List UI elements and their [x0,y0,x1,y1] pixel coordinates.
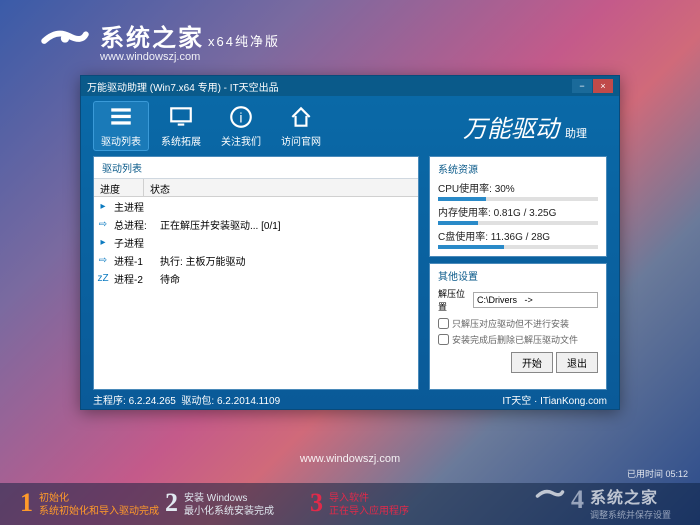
unzip-path-input[interactable] [473,292,598,308]
monitor-icon [168,104,194,130]
elapsed-timer: 已用时间 05:12 [627,467,688,480]
list-title: 驱动列表 [94,157,418,179]
tab-system-extension[interactable]: 系统拓展 [153,101,209,151]
list-body[interactable]: ▸主进程 ⇨总进程:正在解压并安装驱动... [0/1] ▸子进程 ⇨进程-1执… [94,197,418,389]
close-button[interactable]: × [593,79,613,93]
app-script-logo: 万能驱动 助理 [463,109,587,144]
exit-button[interactable]: 退出 [556,352,598,373]
step-3-software: 3 导入软件正在导入应用程序 [310,490,455,518]
disk-usage: C盘使用率: 11.36G / 28G [438,228,598,249]
window-title: 万能驱动助理 (Win7.x64 专用) - IT天空出品 [87,79,279,94]
list-header: 进度 状态 [94,179,418,197]
brand-logo-icon [40,26,90,56]
resources-title: 系统资源 [438,161,598,176]
settings-title: 其他设置 [438,268,598,283]
list-row[interactable]: ⇨总进程:正在解压并安装驱动... [0/1] [94,215,418,233]
tab-visit-site[interactable]: 访问官网 [273,101,329,151]
check-extract-only[interactable] [438,318,449,329]
tab-driver-list[interactable]: 驱动列表 [93,101,149,151]
memory-usage: 内存使用率: 0.81G / 3.25G [438,204,598,225]
col-status-header: 状态 [144,179,418,196]
arrow-double-icon: ⇨ [94,219,112,230]
sleep-icon: zZ [94,273,112,284]
brand-url: www.windowszj.com [100,51,280,63]
footer-url: www.windowszj.com [0,453,700,465]
tab-follow-us[interactable]: i 关注我们 [213,101,269,151]
col-progress-header: 进度 [94,179,144,196]
step-2-install: 2 安装 Windows最小化系统安装完成 [165,490,310,518]
mem-bar [438,221,478,225]
cpu-usage: CPU使用率: 30% [438,180,598,201]
list-row[interactable]: zZ进程-2待命 [94,269,418,287]
brand-logo-small-icon [535,487,565,505]
other-settings-panel: 其他设置 解压位置 只解压对应驱动但不进行安装 安装完成后删除已解压驱动文件 开… [429,263,607,390]
toolbar: 驱动列表 系统拓展 i 关注我们 访问官网 万能驱动 助理 [81,96,619,156]
home-icon [288,104,314,130]
titlebar[interactable]: 万能驱动助理 (Win7.x64 专用) - IT天空出品 − × [81,76,619,96]
disk-bar [438,245,504,249]
cpu-bar [438,197,486,201]
arrow-double-icon: ⇨ [94,255,112,266]
driver-assistant-window: 万能驱动助理 (Win7.x64 专用) - IT天空出品 − × 驱动列表 系… [80,75,620,410]
arrow-icon: ▸ [94,201,112,212]
step-4-finalize: 4 系统之家调整系统并保存设置 [535,487,680,521]
minimize-button[interactable]: − [572,79,592,93]
unzip-label: 解压位置 [438,287,470,313]
driver-list-panel: 驱动列表 进度 状态 ▸主进程 ⇨总进程:正在解压并安装驱动... [0/1] … [93,156,419,390]
status-version: 主程序: 6.2.24.265 驱动包: 6.2.2014.1109 [93,392,280,407]
list-row[interactable]: ⇨进程-1执行: 主板万能驱动 [94,251,418,269]
system-resources-panel: 系统资源 CPU使用率: 30% 内存使用率: 0.81G / 3.25G C盘… [429,156,607,257]
install-steps-bar: 1 初始化系统初始化和导入驱动完成 2 安装 Windows最小化系统安装完成 … [0,483,700,525]
step-1-init: 1 初始化系统初始化和导入驱动完成 [20,490,165,518]
header-brand: 系统之家x64纯净版 www.windowszj.com [40,18,280,63]
brand-edition: x64纯净版 [208,34,280,49]
statusbar: 主程序: 6.2.24.265 驱动包: 6.2.2014.1109 IT天空 … [81,390,619,408]
start-button[interactable]: 开始 [511,352,553,373]
info-icon: i [228,104,254,130]
brand-title: 系统之家x64纯净版 [100,18,280,53]
check-delete-after[interactable] [438,334,449,345]
arrow-icon: ▸ [94,237,112,248]
svg-text:i: i [239,109,242,125]
list-icon [108,104,134,130]
list-row[interactable]: ▸主进程 [94,197,418,215]
list-row[interactable]: ▸子进程 [94,233,418,251]
status-company: IT天空 · ITianKong.com [502,392,607,407]
